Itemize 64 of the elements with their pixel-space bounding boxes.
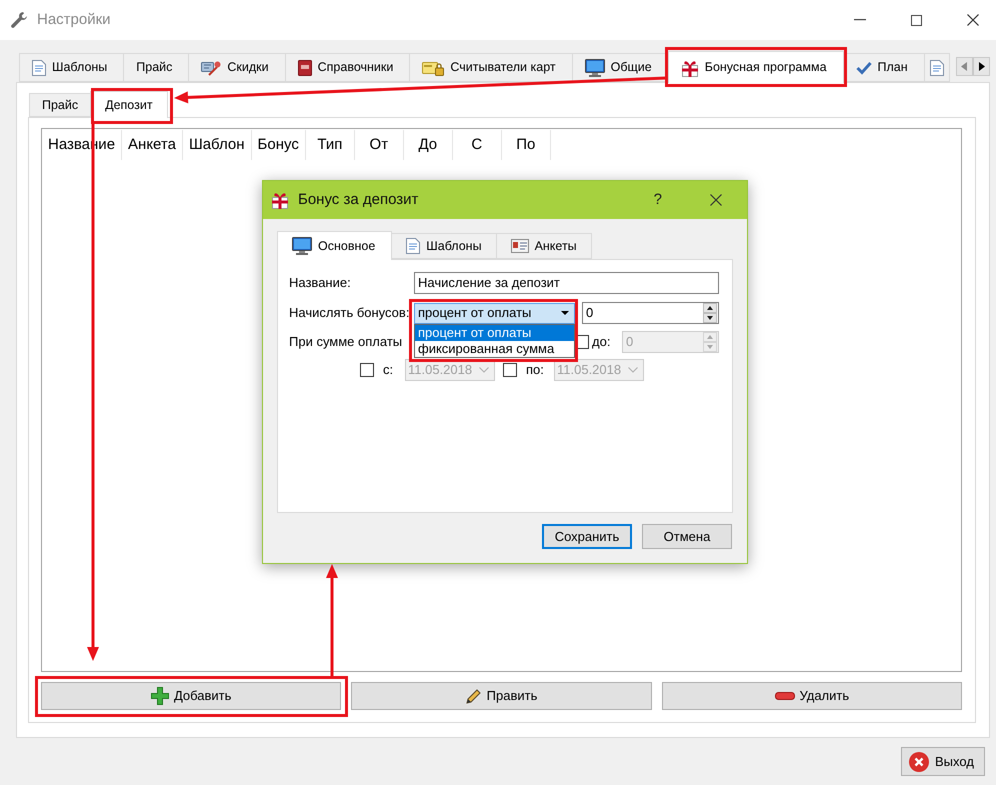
tab[interactable]: Депозит [90,91,168,118]
maximize-icon[interactable] [911,14,922,26]
document-icon [406,238,420,254]
tab[interactable]: Шаблоны [19,53,124,82]
column-header[interactable]: С [452,130,502,160]
field-label: Начислять бонусов: [289,304,410,322]
tab[interactable]: Скидки [188,53,286,82]
tab[interactable]: Прайс [123,53,190,82]
tab[interactable]: Считыватели карт [409,53,573,82]
plus-icon [150,687,169,705]
field-label: до: [592,333,612,352]
document-icon [32,60,46,76]
tab[interactable] [924,53,950,82]
column-header[interactable]: Шаблон [182,130,252,160]
button[interactable]: Править [351,682,652,710]
wrench-icon [10,11,28,29]
tab[interactable]: Прайс [29,93,92,117]
column-header[interactable]: До [404,130,453,160]
chevron-down-icon [628,367,638,373]
close-icon[interactable] [967,14,979,26]
field-label: с: [383,361,394,380]
checkmark-icon [856,60,872,74]
monitor-icon [292,237,312,255]
gift-icon [271,191,289,209]
book-icon [298,60,312,76]
column-header[interactable]: От [354,130,404,160]
button[interactable]: Сохранить [542,524,632,549]
dropdown-option[interactable]: фиксированная сумма [415,340,574,356]
close-icon[interactable] [710,194,722,206]
minus-icon [774,692,794,700]
window-title: Настройки [37,10,111,30]
caret-icon [561,311,569,315]
column-header[interactable]: Бонус [252,130,306,160]
tab[interactable]: Справочники [284,53,410,82]
button[interactable]: Удалить [662,682,962,710]
monitor-icon [584,58,605,76]
dropdown[interactable]: процент от оплаты [414,302,575,324]
spin-box[interactable]: 0 [582,302,719,324]
text-field[interactable]: Начисление за депозит [414,272,719,294]
column-header[interactable]: Анкета [122,130,183,160]
chevron-down-icon [479,367,489,373]
button[interactable]: Отмена [642,524,732,549]
id-card-icon [510,239,529,253]
gift-icon [680,58,699,76]
field-label: Название: [289,274,352,292]
tab[interactable]: Шаблоны [391,233,497,259]
tab[interactable]: Анкеты [496,233,592,259]
column-header[interactable]: Тип [306,130,355,160]
help-button[interactable]: ? [654,188,662,212]
tab[interactable]: Бонусная программа [668,51,844,83]
column-header[interactable]: По [502,130,551,160]
card-lock-icon [422,60,444,76]
field-label: При сумме оплаты [289,333,404,352]
button[interactable]: Добавить [41,682,342,710]
field-label: по: [526,361,545,380]
pencil-icon [466,688,482,704]
x-circle-icon [909,752,929,772]
dropdown-option[interactable]: процент от оплаты [415,324,574,340]
exit-button[interactable]: Выход [901,747,985,776]
tab[interactable]: Основное [277,231,392,260]
dialog-title: Бонус за депозит [298,190,418,210]
tools-icon [201,60,222,76]
document-icon [930,60,944,76]
minimize-icon[interactable] [854,19,866,21]
